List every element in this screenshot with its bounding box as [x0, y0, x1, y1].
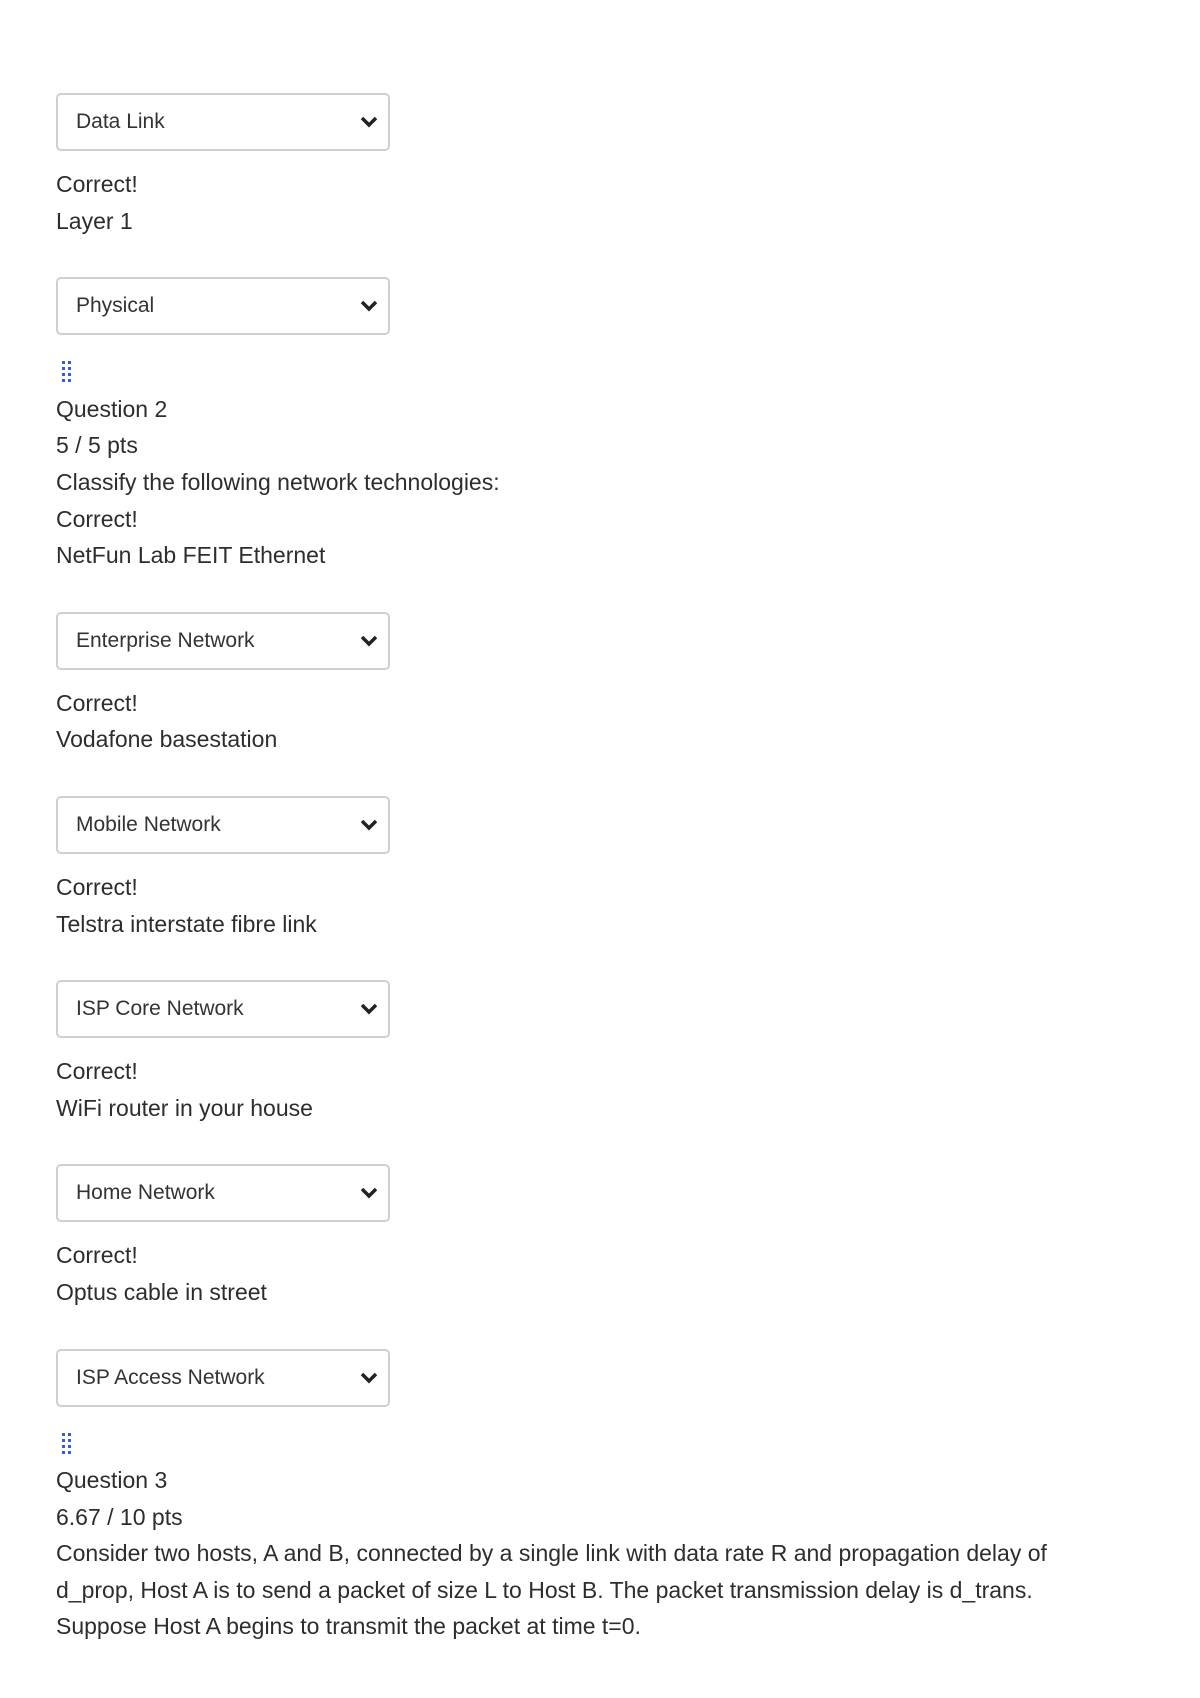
answer-select[interactable]: ISP Core Network: [56, 980, 390, 1039]
feedback-correct: Correct!: [56, 1242, 138, 1269]
item-label: Optus cable in street: [56, 1278, 267, 1305]
answer-select[interactable]: Mobile Network: [56, 795, 390, 854]
question-title: Question 3: [56, 1467, 168, 1494]
feedback-correct: Correct!: [56, 873, 138, 900]
select-value: Physical: [76, 294, 155, 318]
drag-handle-icon[interactable]: [56, 354, 1156, 391]
chevron-down-icon: [360, 300, 378, 312]
item-label: WiFi router in your house: [56, 1094, 313, 1121]
select-value: Enterprise Network: [76, 628, 255, 652]
chevron-down-icon: [360, 1188, 378, 1199]
item-label: Telstra interstate fibre link: [56, 910, 317, 937]
question-points: 5 / 5 pts: [56, 432, 138, 459]
feedback-correct: Correct!: [56, 689, 138, 716]
select-value: ISP Access Network: [76, 1365, 265, 1389]
select-value: Home Network: [76, 1181, 215, 1205]
drag-handle-icon[interactable]: [56, 1426, 1156, 1463]
question-points: 6.67 / 10 pts: [56, 1503, 183, 1530]
item-label: NetFun Lab FEIT Ethernet: [56, 542, 326, 569]
select-value: Data Link: [76, 110, 165, 133]
item-label: Layer 1: [56, 207, 133, 234]
answer-select-layer-1[interactable]: Physical: [56, 277, 390, 336]
quiz-results: Data Link Correct! Layer 1 Physical Ques…: [56, 93, 1156, 1645]
question-prompt: Classify the following network technolog…: [56, 468, 500, 495]
answer-select[interactable]: ISP Access Network: [56, 1348, 390, 1407]
chevron-down-icon: [360, 1003, 378, 1015]
answer-select-layer-2[interactable]: Data Link: [56, 93, 390, 151]
question-title: Question 2: [56, 395, 168, 422]
feedback-correct: Correct!: [56, 505, 138, 532]
select-value: ISP Core Network: [76, 997, 244, 1021]
select-value: Mobile Network: [76, 812, 221, 836]
chevron-down-icon: [360, 1372, 378, 1383]
chevron-down-icon: [360, 116, 378, 128]
chevron-down-icon: [360, 819, 378, 831]
feedback-correct: Correct!: [56, 171, 138, 197]
item-label: Vodafone basestation: [56, 726, 278, 753]
answer-select[interactable]: Enterprise Network: [56, 611, 390, 670]
feedback-correct: Correct!: [56, 1058, 138, 1085]
answer-select[interactable]: Home Network: [56, 1164, 390, 1223]
chevron-down-icon: [360, 635, 378, 647]
question-text: Consider two hosts, A and B, connected b…: [56, 1540, 1047, 1640]
